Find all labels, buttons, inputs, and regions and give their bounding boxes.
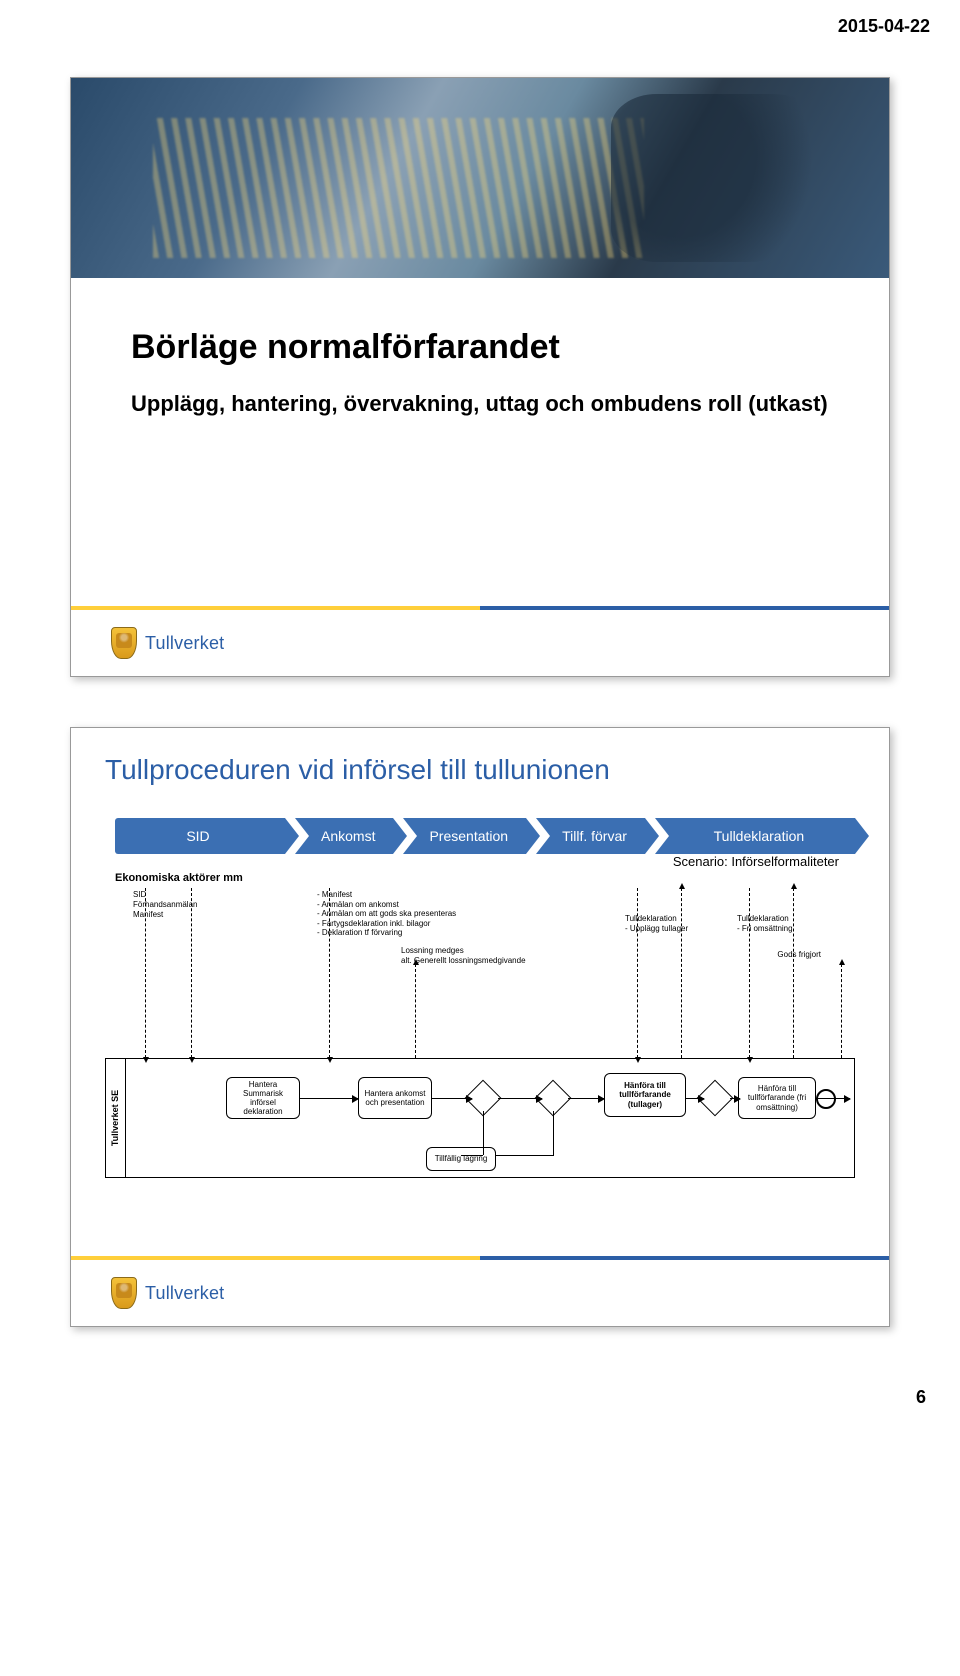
page-number: 6 [0, 1377, 960, 1428]
slide2-body: Tullproceduren vid införsel till tulluni… [71, 728, 889, 1256]
flow-connector-icon [496, 1155, 554, 1156]
flow-arrow-icon [432, 1098, 472, 1099]
tullverket-logo: Tullverket [111, 627, 224, 659]
dash-arrow-icon [145, 888, 146, 1058]
chevron-tillf-forvar: Tillf. förvar [536, 818, 645, 854]
dash-arrow-icon [637, 888, 638, 1058]
man-l3: - Anmälan om att gods ska presenteras [317, 909, 456, 919]
dash-arrow-icon [681, 888, 682, 1058]
slide-1: Börläge normalförfarandet Upplägg, hante… [70, 77, 890, 677]
man-l4: - Fartygsdeklaration inkl. bilagor [317, 919, 456, 929]
lane-label-text: Tullverket SE [111, 1090, 121, 1146]
sid-text-stack: SID Förhandsanmälan Manifest [133, 890, 197, 920]
lane-content: Hantera Summarisk införsel deklaration H… [126, 1059, 854, 1177]
slide-2: Tullproceduren vid införsel till tulluni… [70, 727, 890, 1327]
tdl-l1: Tulldeklaration [625, 914, 688, 924]
process-box-1: Hantera Summarisk införsel deklaration [226, 1077, 300, 1119]
logo-text: Tullverket [145, 633, 224, 654]
sid-l2: Förhandsanmälan [133, 900, 197, 910]
process-chevron-row: SID Ankomst Presentation Tillf. förvar T… [105, 816, 855, 856]
slide1-hero-image [71, 78, 889, 278]
tdl-l2: - Upplägg tullager [625, 924, 688, 934]
dash-arrow-icon [749, 888, 750, 1058]
flow-connector-icon [483, 1111, 484, 1155]
gods-frigjord-text: Gods frigjort [777, 950, 821, 959]
scenario-label: Scenario: Införselformaliteter [673, 854, 839, 869]
lossning-text: Lossning medges alt. Generellt lossnings… [401, 946, 526, 965]
man-l5: - Deklaration tf förvaring [317, 928, 456, 938]
dash-arrow-icon [841, 964, 842, 1058]
flow-arrow-icon [300, 1098, 358, 1099]
chevron-sid: SID [115, 818, 285, 854]
slide1-footer: Tullverket [71, 606, 889, 676]
chevron-ankomst: Ankomst [295, 818, 393, 854]
flow-arrow-icon [498, 1098, 542, 1099]
chevron-presentation: Presentation [403, 818, 526, 854]
flow-arrow-icon [816, 1098, 850, 1099]
dash-arrow-icon [191, 888, 192, 1058]
slide1-title: Börläge normalförfarandet [131, 328, 829, 367]
tulldek-left-stack: Tulldeklaration - Upplägg tullager [625, 914, 688, 933]
end-event-icon [816, 1089, 836, 1109]
ekon-aktorer-label: Ekonomiska aktörer mm [115, 872, 243, 884]
chevron-tulldeklaration: Tulldeklaration [655, 818, 855, 854]
process-box-tillfallig: Tillfällig lagring [426, 1147, 496, 1171]
manifest-text-stack: - Manifest - Anmälan om ankomst - Anmäla… [317, 890, 456, 938]
loss-l2: alt. Generellt lossningsmedgivande [401, 956, 526, 966]
process-box-2: Hantera ankomst och presentation [358, 1077, 432, 1119]
process-box-3: Hänföra till tullförfarande (tullager) [604, 1073, 686, 1117]
tullverket-logo: Tullverket [111, 1277, 224, 1309]
tulldek-right-stack: Tulldeklaration - Fri omsättning [737, 914, 793, 933]
dash-arrow-icon [415, 964, 416, 1058]
diagram-area: Ekonomiska aktörer mm SID Förhandsanmäla… [105, 874, 855, 1204]
sid-l3: Manifest [133, 910, 197, 920]
swimlane: Tullverket SE Hantera Summarisk införsel… [105, 1058, 855, 1178]
slide2-footer: Tullverket [71, 1256, 889, 1326]
process-box-4: Hänföra till tullförfarande (fri omsättn… [738, 1077, 816, 1119]
flow-arrow-icon [686, 1098, 704, 1099]
flow-connector-icon [461, 1155, 483, 1156]
dash-arrow-icon [329, 888, 330, 1058]
logo-text: Tullverket [145, 1283, 224, 1304]
dash-arrow-icon [793, 888, 794, 1058]
flow-arrow-icon [568, 1098, 604, 1099]
loss-l1: Lossning medges [401, 946, 526, 956]
man-l2: - Anmälan om ankomst [317, 900, 456, 910]
man-l1: - Manifest [317, 890, 456, 900]
crest-icon [111, 1277, 137, 1309]
lane-label: Tullverket SE [106, 1059, 126, 1177]
slide1-body: Börläge normalförfarandet Upplägg, hante… [71, 278, 889, 606]
slide1-subtitle: Upplägg, hantering, övervakning, uttag o… [131, 389, 829, 419]
page-date: 2015-04-22 [0, 0, 960, 47]
tdr-l2: - Fri omsättning [737, 924, 793, 934]
slide2-title: Tullproceduren vid införsel till tulluni… [105, 754, 855, 786]
crest-icon [111, 627, 137, 659]
sid-l1: SID [133, 890, 197, 900]
flow-connector-icon [553, 1111, 554, 1155]
tdr-l1: Tulldeklaration [737, 914, 793, 924]
flow-arrow-icon [730, 1098, 740, 1099]
